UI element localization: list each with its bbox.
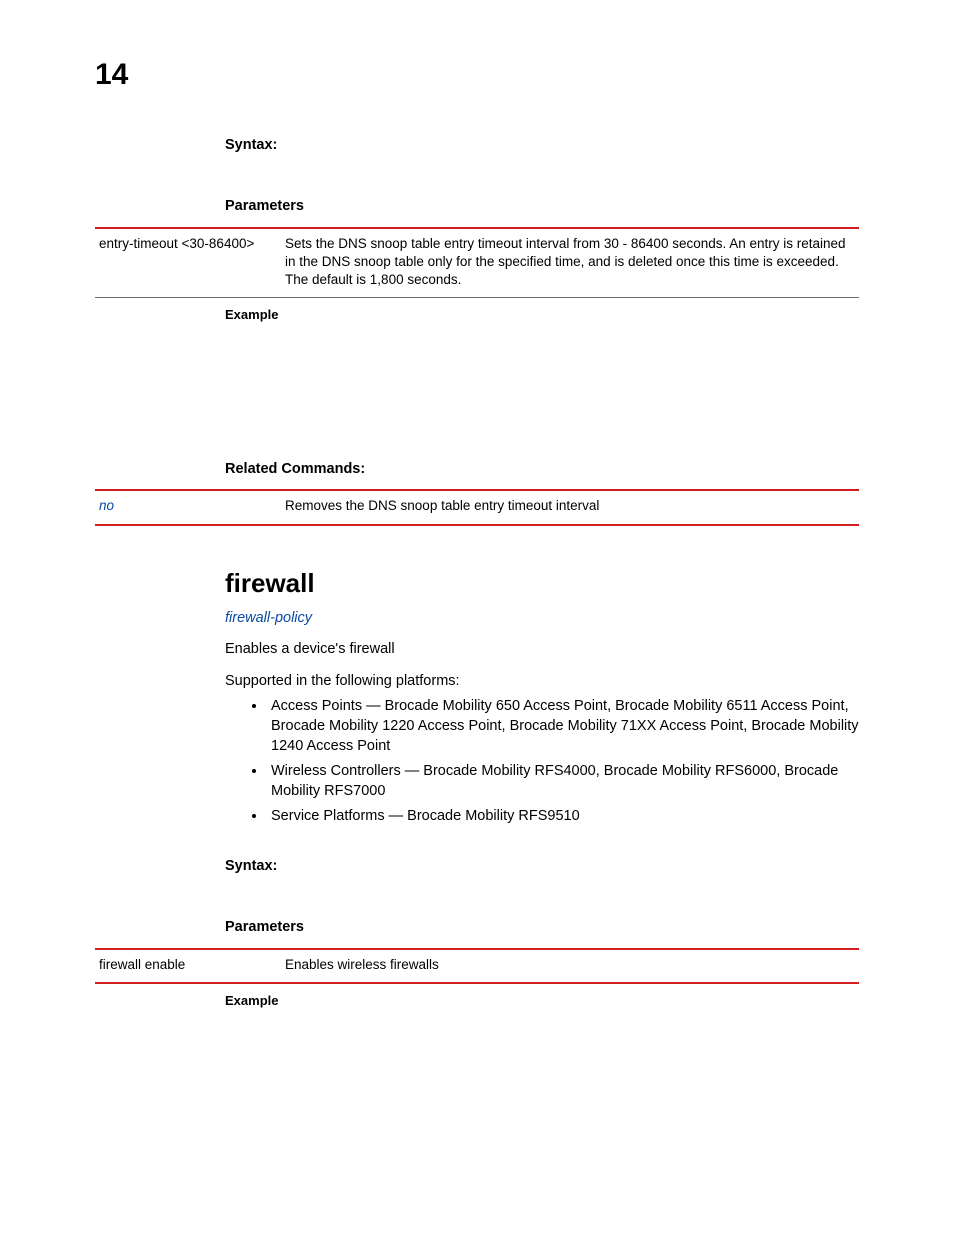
list-item: Wireless Controllers — Brocade Mobility … (267, 762, 859, 801)
param-desc-2: Enables wireless firewalls (285, 949, 859, 983)
table-row: no Removes the DNS snoop table entry tim… (95, 490, 859, 524)
example-placeholder (225, 330, 859, 450)
example-label-2: Example (225, 992, 859, 1010)
section-1-header: Syntax: Parameters (225, 136, 859, 217)
syntax-label: Syntax: (225, 136, 859, 156)
list-item: Access Points — Brocade Mobility 650 Acc… (267, 697, 859, 756)
supported-intro: Supported in the following platforms: (225, 672, 859, 692)
firewall-policy-link[interactable]: firewall-policy (225, 609, 859, 629)
page: 14 Syntax: Parameters entry-timeout <30-… (0, 0, 954, 1235)
related-link[interactable]: no (99, 498, 114, 513)
related-desc: Removes the DNS snoop table entry timeou… (285, 490, 859, 524)
parameters-table-2: firewall enable Enables wireless firewal… (95, 948, 859, 984)
parameters-table-1: entry-timeout <30-86400> Sets the DNS sn… (95, 227, 859, 299)
param-desc: Sets the DNS snoop table entry timeout i… (285, 228, 859, 298)
section-heading: firewall (225, 566, 859, 601)
page-number: 14 (95, 55, 859, 96)
list-item: Service Platforms — Brocade Mobility RFS… (267, 807, 859, 827)
intro-text: Enables a device's firewall (225, 640, 859, 660)
table-row (95, 298, 859, 299)
param-name: entry-timeout <30-86400> (95, 228, 285, 298)
parameters-label-2: Parameters (225, 918, 859, 938)
table-row: entry-timeout <30-86400> Sets the DNS sn… (95, 228, 859, 298)
section-2-footer: Example (225, 992, 859, 1010)
related-commands-label: Related Commands: (225, 460, 859, 480)
syntax-label-2: Syntax: (225, 857, 859, 877)
firewall-policy-link-text: firewall-policy (225, 610, 312, 626)
related-commands-table: no Removes the DNS snoop table entry tim… (95, 489, 859, 525)
section-1-body: Example Related Commands: (225, 306, 859, 479)
platform-list: Access Points — Brocade Mobility 650 Acc… (225, 697, 859, 826)
example-label: Example (225, 306, 859, 324)
section-2: firewall firewall-policy Enables a devic… (225, 566, 859, 938)
parameters-label: Parameters (225, 197, 859, 217)
param-name-2: firewall enable (95, 949, 285, 983)
table-row: firewall enable Enables wireless firewal… (95, 949, 859, 983)
related-name: no (95, 490, 285, 524)
